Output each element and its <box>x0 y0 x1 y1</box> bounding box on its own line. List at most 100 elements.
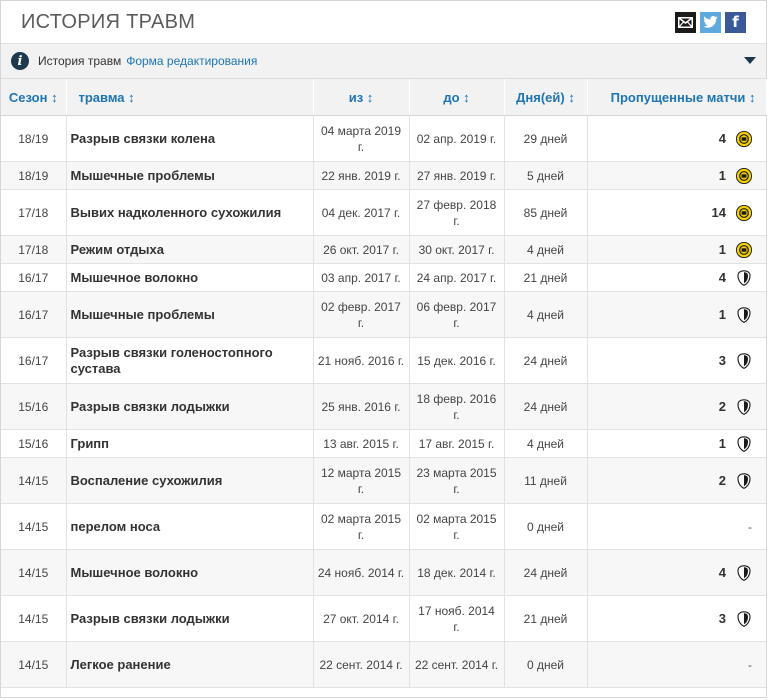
cell-season: 17/18 <box>1 189 67 236</box>
bvb-club-icon[interactable] <box>735 130 753 147</box>
games-missed: 1 <box>718 241 726 257</box>
share-buttons: f <box>675 11 746 33</box>
cell-from: 02 марта 2015 г. <box>313 503 410 550</box>
cell-injury: Мышечное волокно <box>66 263 314 292</box>
games-missed: - <box>748 657 752 672</box>
bvb-club-icon[interactable] <box>735 204 753 221</box>
cell-to: 24 апр. 2017 г. <box>409 263 505 292</box>
cell-season: 16/17 <box>1 337 67 384</box>
column-header-games[interactable]: Пропущенные матчи ↕ <box>587 79 767 116</box>
cell-season: 15/16 <box>1 383 67 430</box>
cell-games: - <box>587 503 766 550</box>
cell-to: 02 марта 2015 г. <box>409 503 505 550</box>
cell-season: 17/18 <box>1 235 67 264</box>
cell-days: 0 дней <box>504 503 588 550</box>
cell-from: 27 окт. 2014 г. <box>313 595 410 642</box>
table-body: 18/19 Разрыв связки колена 04 марта 2019 г… <box>1 115 766 688</box>
column-header-to[interactable]: до ↕ <box>409 79 505 116</box>
cell-injury: Разрыв связки колена <box>66 115 314 162</box>
cell-from: 03 апр. 2017 г. <box>313 263 410 292</box>
cell-season: 18/19 <box>1 115 67 162</box>
cell-days: 21 дней <box>504 595 588 642</box>
column-header-days[interactable]: Дня(ей) ↕ <box>504 79 588 116</box>
info-bar: i История травм Форма редактирования <box>1 44 766 79</box>
column-header-injury[interactable]: травма ↕ <box>66 79 314 116</box>
games-missed: 4 <box>718 564 726 580</box>
cell-injury: Режим отдыха <box>66 235 314 264</box>
column-header-from[interactable]: из ↕ <box>313 79 410 116</box>
cell-to: 27 янв. 2019 г. <box>409 161 505 190</box>
cell-days: 24 дней <box>504 549 588 596</box>
chevron-down-icon[interactable] <box>744 57 756 64</box>
freiburg-club-icon[interactable] <box>736 270 752 286</box>
column-header-season[interactable]: Сезон ↕ <box>1 79 67 116</box>
cell-days: 0 дней <box>504 641 588 688</box>
bvb-club-icon[interactable] <box>735 167 753 184</box>
edit-form-link[interactable]: Форма редактирования <box>126 54 257 68</box>
cell-days: 85 дней <box>504 189 588 236</box>
cell-days: 4 дней <box>504 291 588 338</box>
injury-table: Сезон ↕ травма ↕ из ↕ до ↕ Дня(ей) ↕ Про… <box>1 79 767 688</box>
cell-games: 4 <box>587 549 766 596</box>
cell-games: 3 <box>587 337 766 384</box>
cell-days: 11 дней <box>504 457 588 504</box>
cell-from: 04 марта 2019 г. <box>313 115 410 162</box>
mail-icon[interactable] <box>675 11 696 33</box>
cell-to: 17 авг. 2015 г. <box>409 429 505 458</box>
freiburg-club-icon[interactable] <box>736 399 752 415</box>
cell-from: 24 нояб. 2014 г. <box>313 549 410 596</box>
cell-injury: Легкое ранение <box>66 641 314 688</box>
table-header-row: Сезон ↕ травма ↕ из ↕ до ↕ Дня(ей) ↕ Про… <box>1 79 767 116</box>
cell-injury: Разрыв связки лодыжки <box>66 595 314 642</box>
cell-days: 29 дней <box>504 115 588 162</box>
freiburg-club-icon[interactable] <box>736 565 752 581</box>
freiburg-club-icon[interactable] <box>736 353 752 369</box>
games-missed: - <box>748 519 752 534</box>
games-missed: 3 <box>718 352 726 368</box>
cell-games: 1 <box>587 291 766 338</box>
cell-to: 18 февр. 2016 г. <box>409 383 505 430</box>
cell-days: 21 дней <box>504 263 588 292</box>
cell-games: 1 <box>587 235 766 264</box>
cell-to: 17 нояб. 2014 г. <box>409 595 505 642</box>
cell-season: 16/17 <box>1 291 67 338</box>
games-missed: 14 <box>711 204 726 220</box>
games-missed: 4 <box>718 269 726 285</box>
cell-from: 02 февр. 2017 г. <box>313 291 410 338</box>
cell-games: 3 <box>587 595 766 642</box>
table-row: 18/19 Разрыв связки колена 04 марта 2019 г… <box>1 115 766 162</box>
freiburg-club-icon[interactable] <box>736 436 752 452</box>
bvb-club-icon[interactable] <box>735 241 753 258</box>
injury-history-widget: ИСТОРИЯ ТРАВМ f i История травм Форма ре… <box>0 0 767 698</box>
cell-to: 18 дек. 2014 г. <box>409 549 505 596</box>
games-missed: 3 <box>718 610 726 626</box>
cell-season: 14/15 <box>1 503 67 550</box>
cell-games: 14 <box>587 189 766 236</box>
freiburg-club-icon[interactable] <box>736 307 752 323</box>
cell-injury: перелом носа <box>66 503 314 550</box>
cell-days: 4 дней <box>504 235 588 264</box>
cell-games: 2 <box>587 457 766 504</box>
cell-season: 14/15 <box>1 457 67 504</box>
table-row: 16/17 Разрыв связки голеностопного сустав… <box>1 337 766 384</box>
cell-to: 02 апр. 2019 г. <box>409 115 505 162</box>
table-row: 18/19 Мышечные проблемы 22 янв. 2019 г. 27 … <box>1 161 766 190</box>
games-missed: 1 <box>718 167 726 183</box>
cell-from: 21 нояб. 2016 г. <box>313 337 410 384</box>
cell-season: 14/15 <box>1 641 67 688</box>
cell-games: - <box>587 641 766 688</box>
games-missed: 2 <box>718 398 726 414</box>
cell-season: 16/17 <box>1 263 67 292</box>
cell-to: 30 окт. 2017 г. <box>409 235 505 264</box>
table-row: 14/15 Мышечное волокно 24 нояб. 2014 г. 18 … <box>1 549 766 596</box>
facebook-icon[interactable]: f <box>725 11 746 33</box>
table-row: 14/15 Легкое ранение 22 сент. 2014 г. 22 се… <box>1 641 766 688</box>
twitter-icon[interactable] <box>700 11 721 33</box>
table-row: 15/16 Грипп 13 авг. 2015 г. 17 авг. 2015 г.… <box>1 429 766 458</box>
freiburg-club-icon[interactable] <box>736 473 752 489</box>
cell-days: 4 дней <box>504 429 588 458</box>
cell-season: 15/16 <box>1 429 67 458</box>
freiburg-club-icon[interactable] <box>736 611 752 627</box>
cell-injury: Вывих надколенного сухожилия <box>66 189 314 236</box>
cell-injury: Грипп <box>66 429 314 458</box>
